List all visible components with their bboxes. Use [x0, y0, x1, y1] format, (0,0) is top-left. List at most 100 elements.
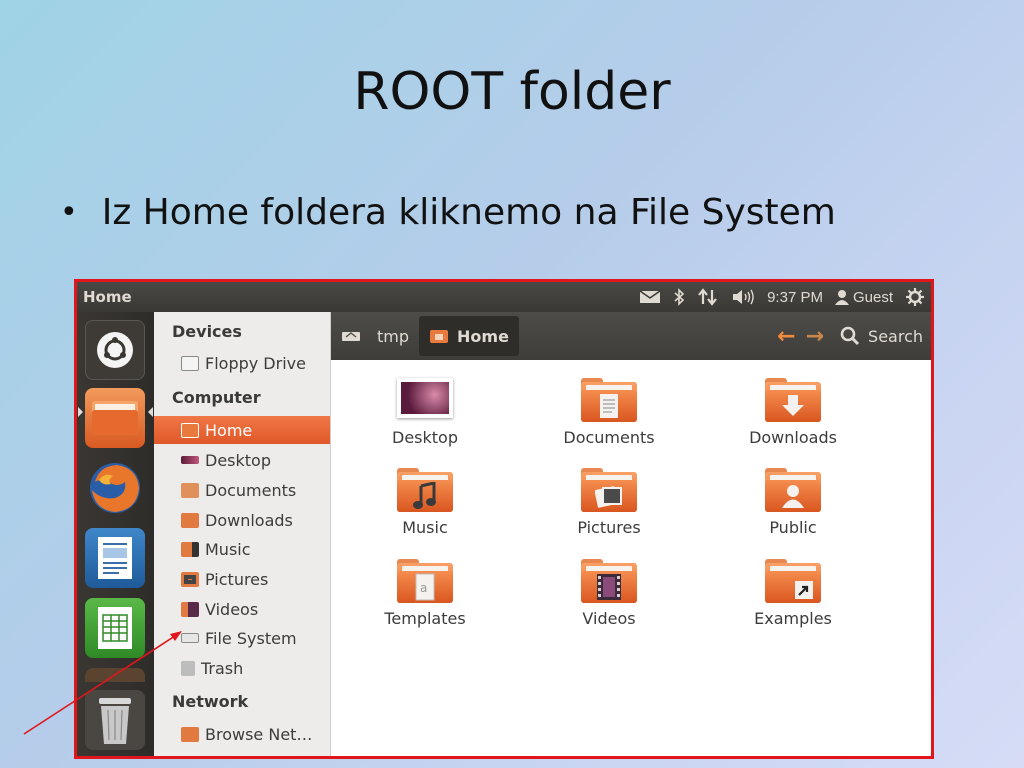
sidebar-item-trash[interactable]: Trash [154, 654, 330, 682]
trash-icon[interactable] [85, 690, 145, 750]
downloads-folder-icon [765, 378, 821, 422]
sidebar-item-label: Floppy Drive [205, 353, 306, 373]
videos-folder-icon [581, 559, 637, 603]
examples-folder-icon [765, 559, 821, 603]
folder-downloads[interactable]: Downloads [713, 378, 873, 447]
item-label: Examples [754, 609, 832, 628]
pictures-folder-icon [581, 468, 637, 512]
music-folder-icon [181, 541, 199, 557]
folder-pictures[interactable]: Pictures [529, 468, 689, 537]
desktop-icon [181, 456, 199, 464]
user-icon [834, 290, 849, 305]
clock[interactable]: 9:37 PM [767, 289, 823, 306]
breadcrumb-tmp[interactable]: tmp [331, 316, 419, 356]
breadcrumb-label: tmp [377, 326, 410, 346]
nav-controls: ← → Search [777, 324, 931, 349]
music-folder-icon [397, 468, 453, 512]
active-indicator-right-icon [148, 407, 153, 417]
sidebar-item-label: Browse Net… [205, 724, 313, 744]
computer-header: Computer [172, 388, 261, 407]
sidebar-item-music[interactable]: Music [154, 535, 330, 563]
top-panel: Home 9:37 PM Guest [77, 282, 931, 312]
sidebar-item-label: Documents [205, 480, 297, 500]
templates-folder-icon: a [397, 559, 453, 603]
forward-arrow-icon[interactable]: → [806, 324, 824, 349]
pictures-folder-icon [181, 571, 199, 587]
sidebar-item-label: Downloads [205, 510, 293, 530]
sidebar-item-videos[interactable]: Videos [154, 595, 330, 623]
sidebar-item-label: File System [205, 628, 297, 648]
sidebar-item-filesystem[interactable]: File System [154, 624, 330, 652]
item-label: Public [769, 518, 817, 537]
sidebar-item-downloads[interactable]: Downloads [154, 506, 330, 534]
sidebar-item-label: Home [205, 420, 253, 440]
folder-documents[interactable]: Documents [529, 378, 689, 447]
sidebar-item-label: Trash [201, 658, 244, 678]
indicator-area: 9:37 PM Guest [639, 287, 925, 307]
user-menu[interactable]: Guest [834, 288, 893, 306]
dash-icon[interactable] [85, 320, 145, 380]
floppy-drive-icon [181, 355, 199, 371]
home-folder-icon [181, 422, 199, 438]
bullet-point: • Iz Home foldera kliknemo na File Syste… [60, 192, 836, 233]
search-button[interactable]: Search [840, 326, 923, 346]
active-indicator-left-icon [78, 407, 83, 417]
unity-launcher [77, 312, 154, 756]
partial-launcher-icon[interactable] [85, 668, 145, 682]
item-label: Templates [384, 609, 466, 628]
calc-icon[interactable] [85, 598, 145, 658]
search-icon [840, 326, 860, 346]
item-label: Downloads [749, 428, 837, 447]
breadcrumb-home[interactable]: Home [419, 316, 519, 356]
breadcrumb-label: Home [457, 326, 509, 346]
folder-public[interactable]: Public [713, 468, 873, 537]
files-icon[interactable] [85, 388, 145, 448]
downloads-folder-icon [181, 512, 199, 528]
item-label: Desktop [392, 428, 458, 447]
firefox-icon[interactable] [85, 458, 145, 518]
window-title: Home [83, 288, 132, 306]
svg-text:a: a [420, 581, 427, 595]
network-header: Network [172, 692, 249, 711]
sidebar-item-desktop[interactable]: Desktop [154, 446, 330, 474]
videos-folder-icon [181, 601, 199, 617]
sidebar-item-floppy[interactable]: Floppy Drive [154, 349, 330, 377]
location-toolbar: tmp Home ← → Search [331, 312, 931, 360]
drive-icon [342, 332, 360, 341]
desktop-icon [397, 378, 453, 422]
slide-title: ROOT folder [353, 62, 671, 122]
folder-videos[interactable]: Videos [529, 559, 689, 628]
bluetooth-icon[interactable] [673, 288, 685, 306]
folder-templates[interactable]: a Templates [345, 559, 505, 628]
user-name: Guest [852, 288, 893, 306]
documents-folder-icon [181, 482, 199, 498]
folder-examples[interactable]: Examples [713, 559, 873, 628]
sidebar-item-browse-network[interactable]: Browse Net… [154, 720, 330, 748]
volume-icon[interactable] [731, 289, 755, 305]
folder-desktop[interactable]: Desktop [345, 378, 505, 447]
sidebar-item-label: Pictures [205, 569, 269, 589]
sidebar-item-documents[interactable]: Documents [154, 476, 330, 504]
sidebar-item-home[interactable]: Home [154, 416, 330, 444]
places-sidebar: Devices Floppy Drive Computer Home Deskt… [154, 312, 331, 756]
item-label: Pictures [577, 518, 641, 537]
back-arrow-icon[interactable]: ← [777, 324, 795, 349]
harddisk-icon [181, 633, 199, 643]
nautilus-screenshot: Home 9:37 PM Guest Devices Floppy Drive … [74, 279, 934, 759]
session-gear-icon[interactable] [905, 287, 925, 307]
item-label: Videos [582, 609, 636, 628]
documents-folder-icon [581, 378, 637, 422]
trash-small-icon [181, 660, 195, 676]
folder-music[interactable]: Music [345, 468, 505, 537]
writer-icon[interactable] [85, 528, 145, 588]
mail-icon[interactable] [639, 290, 661, 304]
network-icon[interactable] [697, 288, 719, 306]
sidebar-item-label: Videos [205, 599, 259, 619]
search-label: Search [868, 326, 923, 346]
sidebar-item-label: Music [205, 539, 251, 559]
public-folder-icon [765, 468, 821, 512]
sidebar-item-pictures[interactable]: Pictures [154, 565, 330, 593]
bullet-dot-icon: • [60, 195, 78, 230]
network-folder-icon [181, 726, 199, 742]
devices-header: Devices [172, 322, 242, 341]
